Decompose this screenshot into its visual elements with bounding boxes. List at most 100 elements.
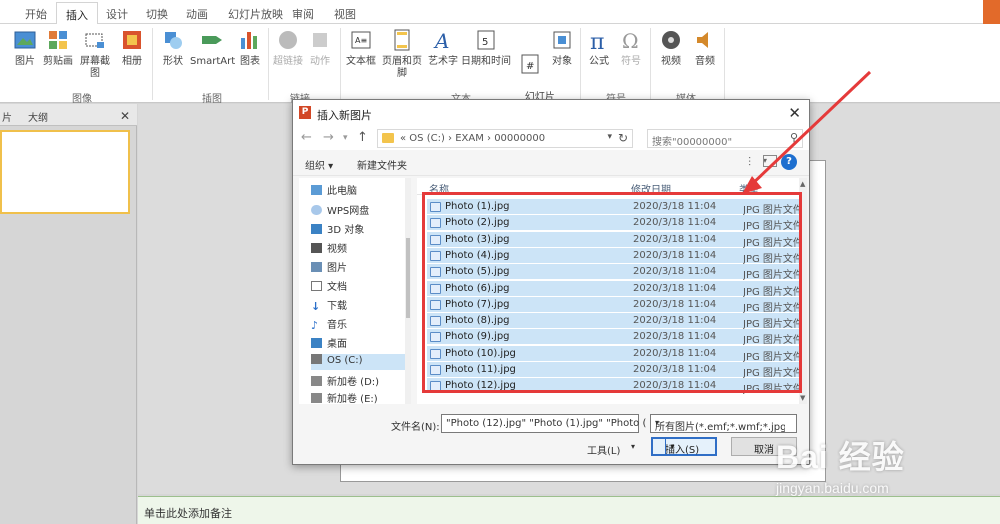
tree-item-videos[interactable]: 视频 (311, 240, 407, 256)
scroll-down-icon[interactable]: ▼ (800, 394, 805, 402)
file-row[interactable]: Photo (2).jpg 2020/3/18 11:04 JPG 图片文件 (427, 215, 799, 232)
new-folder-button[interactable]: 新建文件夹 (357, 157, 407, 172)
file-date: 2020/3/18 11:04 (633, 282, 717, 294)
tree-item-music[interactable]: ♪ 音乐 (311, 316, 407, 332)
video-button[interactable]: 视频 (656, 28, 686, 68)
tree-item-this-pc[interactable]: 此电脑 (311, 182, 407, 198)
textbox-button[interactable]: A≡ 文本框 (344, 28, 378, 68)
tab-design[interactable]: 设计 (106, 6, 128, 22)
help-icon[interactable]: ? (781, 154, 797, 170)
equation-button[interactable]: π 公式 (584, 28, 614, 68)
tab-slideshow[interactable]: 幻灯片放映 (228, 6, 283, 22)
wordart-button[interactable]: A 艺术字 (426, 28, 460, 68)
image-file-icon (430, 381, 441, 392)
file-row[interactable]: Photo (4).jpg 2020/3/18 11:04 JPG 图片文件 (427, 247, 799, 265)
tree-scrollbar[interactable] (405, 178, 411, 404)
chevron-down-icon: ▾ (655, 418, 660, 427)
smartart-button[interactable]: SmartArt (190, 28, 235, 68)
file-row[interactable]: Photo (12).jpg 2020/3/18 11:04 JPG 图片文件 (427, 378, 799, 395)
forward-arrow-icon[interactable]: → (323, 130, 334, 145)
back-arrow-icon[interactable]: ← (301, 130, 312, 145)
tree-item-pictures[interactable]: 图片 (311, 259, 407, 275)
chevron-down-icon[interactable]: ▾ (665, 439, 679, 454)
file-row[interactable]: Photo (7).jpg 2020/3/18 11:04 JPG 图片文件 (427, 296, 799, 314)
recent-locations-icon[interactable]: ▾ (343, 133, 348, 143)
datetime-button[interactable]: 5 日期和时间 (460, 28, 512, 68)
tab-home[interactable]: 开始 (25, 6, 47, 22)
file-row[interactable]: Photo (5).jpg 2020/3/18 11:04 JPG 图片文件 (427, 264, 799, 281)
3d-objects-icon (311, 224, 322, 234)
organize-button[interactable]: 组织 ▾ (305, 157, 333, 172)
svg-text:π: π (590, 30, 604, 52)
tab-review[interactable]: 审阅 (292, 6, 314, 22)
screenshot-button[interactable]: 屏幕截图 (76, 28, 114, 80)
tree-item-downloads[interactable]: ↓ 下载 (311, 297, 407, 313)
tree-item-wps-cloud[interactable]: WPS网盘 (311, 202, 407, 218)
file-row[interactable]: Photo (1).jpg 2020/3/18 11:04 JPG 图片文件 (427, 199, 799, 216)
tab-slides[interactable]: 片 (2, 109, 12, 124)
group-separator (650, 28, 651, 100)
tree-item-documents[interactable]: 文档 (311, 278, 407, 294)
address-bar[interactable]: « OS (C:) › EXAM › 00000000 ▾ ↻ (377, 129, 633, 148)
svg-text:A≡: A≡ (355, 36, 367, 45)
computer-icon (311, 185, 322, 195)
chevron-down-icon[interactable]: ▾ (631, 442, 635, 451)
tree-item-drive-e[interactable]: 新加卷 (E:) (311, 390, 407, 406)
column-date[interactable]: 修改日期 (631, 181, 671, 196)
audio-icon (697, 32, 708, 48)
symbol-button[interactable]: Ω 符号 (616, 28, 646, 68)
chart-button[interactable]: 图表 (236, 28, 264, 68)
tab-transitions[interactable]: 切换 (146, 6, 168, 22)
notes-pane[interactable]: 单击此处添加备注 (138, 496, 1000, 524)
tree-item-3d-objects[interactable]: 3D 对象 (311, 221, 407, 237)
header-footer-button[interactable]: 页眉和页脚 (378, 28, 426, 80)
close-icon[interactable]: ✕ (788, 104, 801, 122)
file-type: JPG 图片文件 (743, 237, 799, 249)
preview-pane-icon[interactable] (763, 155, 777, 167)
column-name[interactable]: 名称 (429, 181, 449, 196)
slide-thumbnail[interactable] (0, 130, 130, 214)
tab-insert[interactable]: 插入 (56, 2, 98, 25)
view-options-icon[interactable]: ⫶ (748, 155, 751, 170)
file-row[interactable]: Photo (3).jpg 2020/3/18 11:04 JPG 图片文件 (427, 231, 799, 249)
shapes-button[interactable]: 形状 (158, 28, 188, 68)
insert-button[interactable]: 插入(S) ▾ (651, 437, 717, 456)
album-button[interactable]: 相册 (117, 28, 147, 68)
file-row[interactable]: Photo (8).jpg 2020/3/18 11:04 JPG 图片文件 (427, 313, 799, 330)
tree-item-os-c[interactable]: OS (C:) (311, 354, 407, 370)
file-type: JPG 图片文件 (743, 368, 799, 379)
file-date: 2020/3/18 11:04 (633, 233, 717, 245)
chevron-down-icon[interactable]: ▾ (607, 132, 612, 142)
scroll-up-icon[interactable]: ▲ (800, 180, 805, 188)
search-input[interactable]: 搜索"00000000" ⚲ (647, 129, 803, 148)
filetype-select[interactable]: 所有图片(*.emf;*.wmf;*.jpg;*.jp▾ (650, 414, 797, 433)
clipart-button[interactable]: 剪贴画 (40, 28, 76, 68)
file-list-scrollbar[interactable]: ▲ ▼ (799, 178, 807, 404)
file-row[interactable]: Photo (6).jpg 2020/3/18 11:04 JPG 图片文件 (427, 280, 799, 298)
close-pane-icon[interactable]: ✕ (120, 109, 130, 123)
picture-button[interactable]: 图片 (10, 28, 40, 68)
tree-item-drive-d[interactable]: 新加卷 (D:) (311, 373, 407, 389)
scrollbar-thumb[interactable] (406, 238, 410, 318)
cancel-button[interactable]: 取消 (731, 437, 797, 456)
file-type: JPG 图片文件 (743, 335, 799, 347)
tree-item-desktop[interactable]: 桌面 (311, 335, 407, 351)
file-row[interactable]: Photo (9).jpg 2020/3/18 11:04 JPG 图片文件 (427, 329, 799, 347)
file-row[interactable]: Photo (11).jpg 2020/3/18 11:04 JPG 图片文件 (427, 362, 799, 379)
action-button[interactable]: 动作 (306, 28, 334, 68)
cloud-icon (311, 205, 322, 215)
refresh-icon[interactable]: ↻ (618, 131, 628, 145)
audio-button[interactable]: 音频 (690, 28, 720, 68)
image-file-icon (430, 267, 441, 278)
file-date: 2020/3/18 11:04 (633, 364, 717, 375)
column-type[interactable]: 类型 (739, 181, 759, 196)
object-button[interactable]: 对象 (548, 28, 576, 68)
file-row[interactable]: Photo (10).jpg 2020/3/18 11:04 JPG 图片文件 (427, 345, 799, 363)
tab-outline[interactable]: 大纲 (28, 109, 48, 124)
tab-view[interactable]: 视图 (334, 6, 356, 22)
filename-field[interactable]: "Photo (12).jpg" "Photo (1).jpg" "Photo … (441, 414, 646, 433)
up-arrow-icon[interactable]: ↑ (357, 130, 368, 145)
hyperlink-button[interactable]: 超链接 (272, 28, 304, 68)
tools-button[interactable]: 工具(L) (587, 442, 620, 457)
tab-animations[interactable]: 动画 (186, 6, 208, 22)
